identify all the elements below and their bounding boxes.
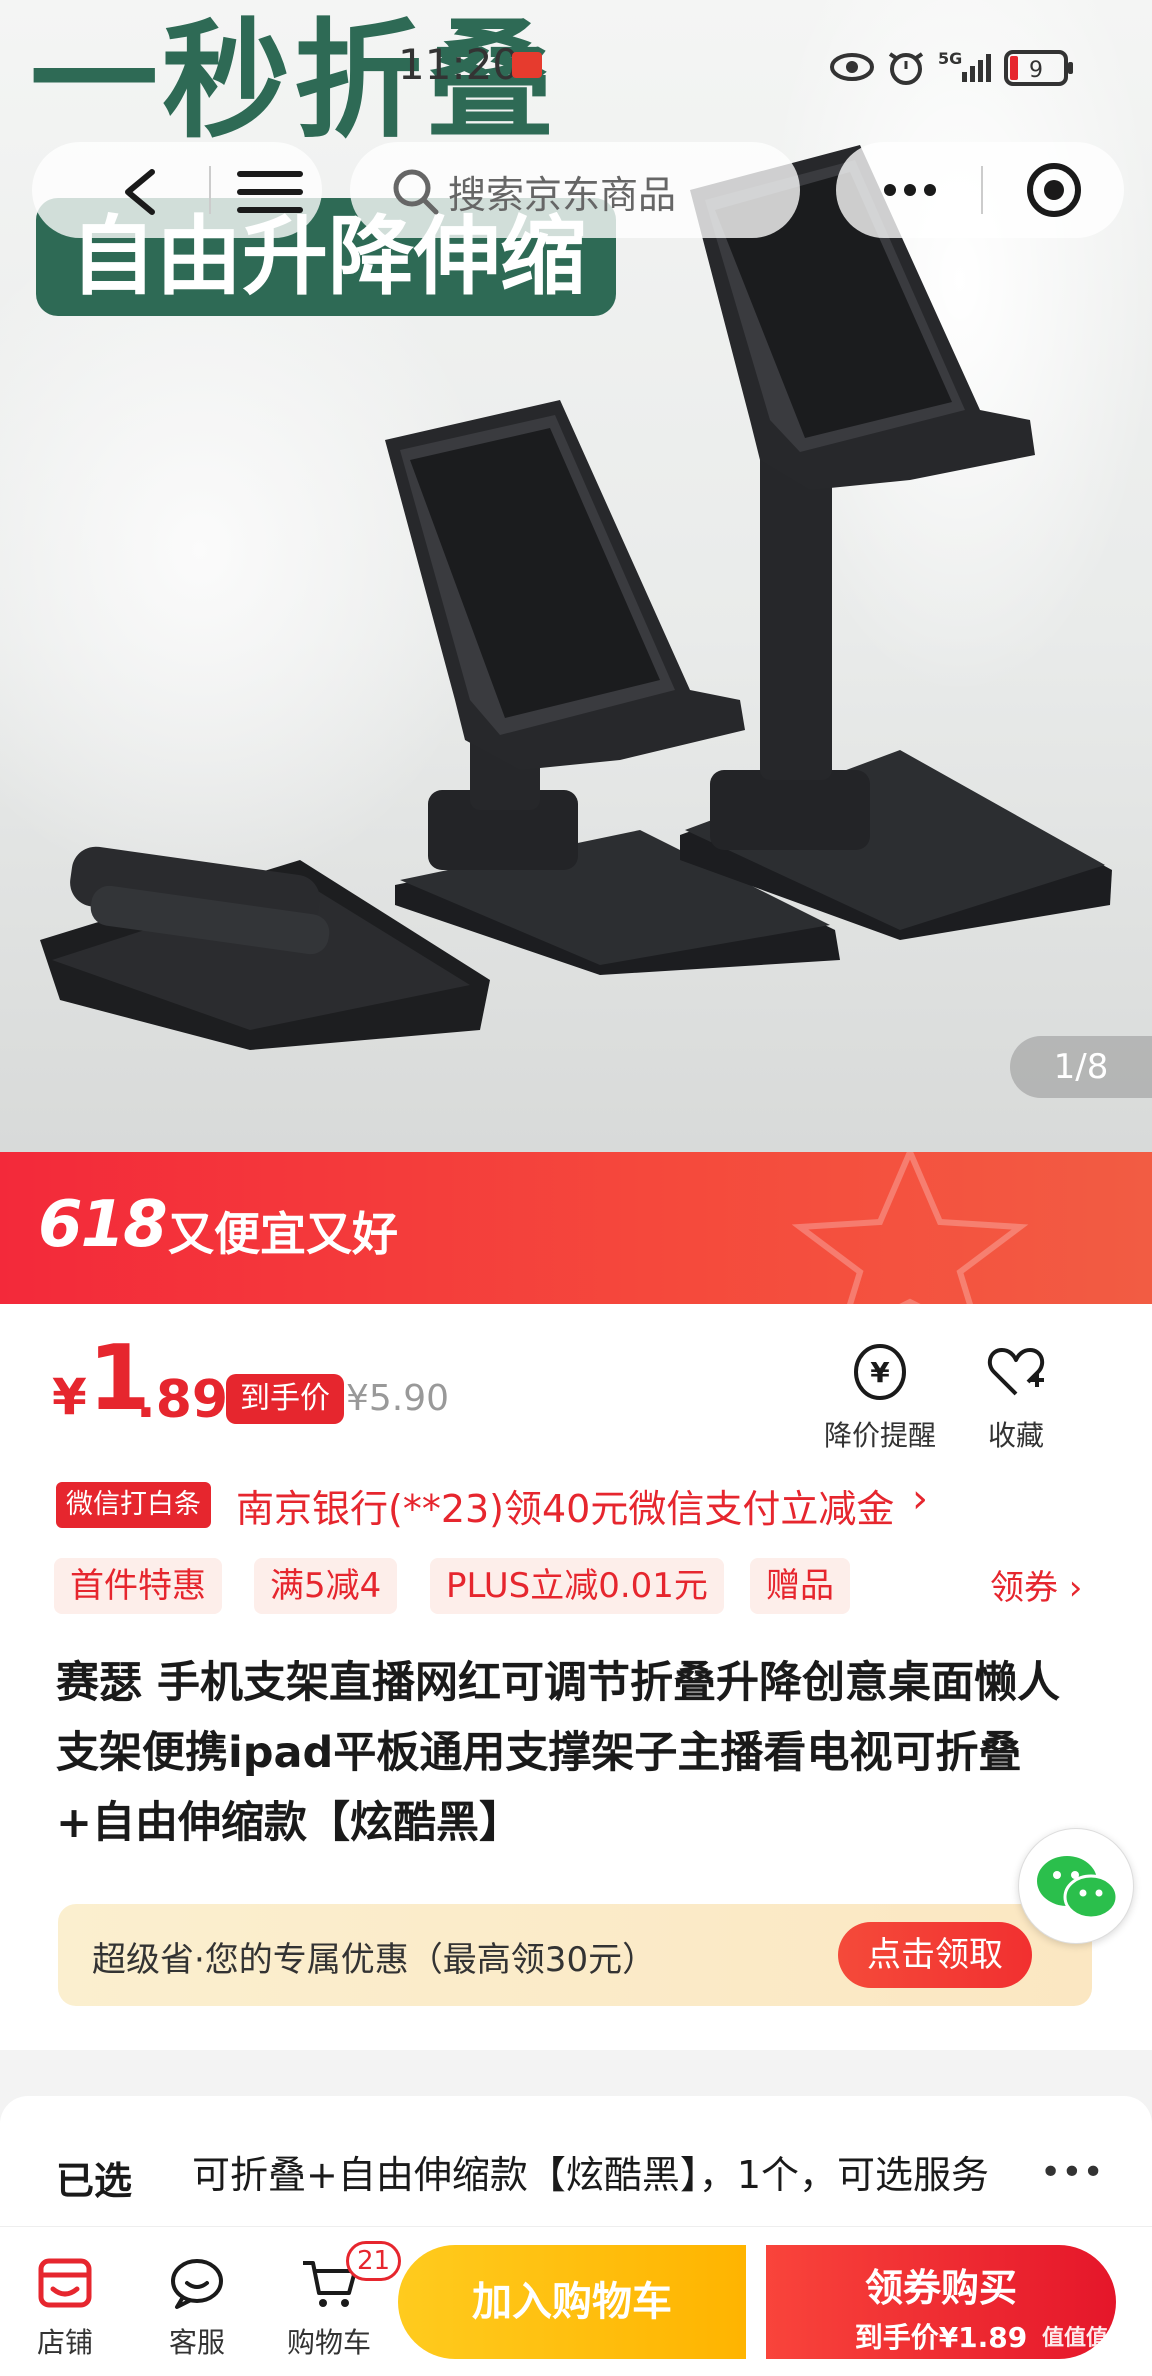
- shop-tab[interactable]: 店铺: [10, 2253, 120, 2361]
- claim-button[interactable]: 点击领取: [838, 1922, 1032, 1988]
- search-icon: [393, 169, 439, 215]
- more-options-icon[interactable]: •••: [1040, 2152, 1104, 2193]
- bank-offer-tag: 微信打白条: [56, 1482, 211, 1528]
- favorite-label: 收藏: [987, 1419, 1044, 1452]
- wechat-share-button[interactable]: [1018, 1828, 1134, 1944]
- alarm-icon: [888, 52, 924, 85]
- cart-count-badge: 21: [346, 2241, 402, 2281]
- back-button[interactable]: [92, 142, 202, 238]
- image-counter: 1/8: [1010, 1036, 1152, 1098]
- battery-icon: 9: [1004, 50, 1073, 86]
- shop-label: 店铺: [36, 2326, 93, 2359]
- promo-618-label: 618: [38, 1188, 168, 1262]
- saver-banner[interactable]: 超级省·您的专属优惠（最高领30元） 点击领取: [58, 1904, 1092, 2006]
- coupon-tag[interactable]: 赠品: [750, 1558, 850, 1614]
- nav-right-group: [836, 142, 1124, 238]
- customer-service-label: 客服: [168, 2326, 225, 2359]
- search-bar[interactable]: 搜索京东商品: [350, 142, 800, 238]
- bank-offer-link[interactable]: 南京银行(**23)领40元微信支付立减金: [236, 1478, 894, 1533]
- svg-text:¥: ¥: [870, 1356, 890, 1389]
- heart-plus-icon: [987, 1348, 1045, 1396]
- original-price: ¥5.90: [346, 1378, 450, 1419]
- price-alert-label: 降价提醒: [823, 1419, 936, 1452]
- final-price-tag: 到手价: [226, 1374, 344, 1424]
- wechat-icon: [1037, 1856, 1119, 1920]
- price-currency: ¥: [52, 1368, 87, 1426]
- product-title: 赛瑟 手机支架直播网红可调节折叠升降创意桌面懒人支架便携ipad平板通用支撑架子…: [56, 1658, 1060, 1848]
- promo-text: 又便宜又好: [168, 1207, 398, 1261]
- coupon-tag[interactable]: PLUS立减0.01元: [430, 1558, 724, 1614]
- signal-icon: [962, 54, 991, 82]
- coupon-tag[interactable]: 首件特惠: [54, 1558, 222, 1614]
- eye-icon: [830, 53, 874, 81]
- tall-stand-illustration: [680, 145, 1112, 940]
- customer-service-tab[interactable]: 客服: [142, 2253, 252, 2361]
- folded-stand-illustration: [40, 846, 490, 1050]
- shop-icon: [38, 2258, 92, 2308]
- price-alert-icon: ¥: [853, 1344, 907, 1401]
- nav-left-group: [32, 142, 322, 238]
- app-notification-icon: [512, 52, 542, 78]
- star-decoration-icon: [791, 1152, 1029, 1304]
- menu-button[interactable]: [218, 142, 318, 238]
- bottom-action-bar: 店铺 客服 购物车 21 加入购物车 领券购买 到手价¥1.89: [0, 2226, 1152, 2376]
- price-alert-button[interactable]: ¥ 降价提醒: [820, 1340, 940, 1454]
- close-miniprogram-button[interactable]: [996, 142, 1116, 238]
- chat-icon: [171, 2259, 223, 2309]
- price-decimal: .89: [136, 1370, 229, 1430]
- get-coupon-link[interactable]: 领券 ›: [990, 1560, 1082, 1609]
- favorite-button[interactable]: 收藏: [956, 1340, 1076, 1454]
- cart-label: 购物车: [286, 2326, 371, 2359]
- buy-button-label: 领券购买: [864, 2266, 1017, 2310]
- coupon-tag[interactable]: 满5减4: [254, 1558, 398, 1614]
- promo-banner[interactable]: 618 又便宜又好: [0, 1152, 1152, 1304]
- bank-offer-arrow-icon[interactable]: ›: [912, 1476, 928, 1522]
- network-label: 5G: [938, 49, 962, 68]
- search-placeholder: 搜索京东商品: [448, 173, 677, 217]
- product-info-card: ¥ 1 .89 到手价 ¥5.90 ¥ 降价提醒 收藏 微信打白条 南京银行(*…: [0, 1304, 1152, 2050]
- site-watermark: 值值值: [1041, 2326, 1108, 2351]
- status-time: 11:20: [398, 40, 520, 89]
- selected-value: 可折叠+自由伸缩款【炫酷黑】，1个，可选服务: [192, 2153, 990, 2197]
- battery-level: 9: [1029, 58, 1043, 83]
- status-icons: 5G 9: [830, 42, 1090, 92]
- more-button[interactable]: [846, 142, 976, 238]
- add-to-cart-button[interactable]: 加入购物车: [398, 2245, 746, 2359]
- saver-text: 超级省·您的专属优惠（最高领30元）: [92, 1940, 657, 1980]
- selected-label: 已选: [56, 2159, 133, 2203]
